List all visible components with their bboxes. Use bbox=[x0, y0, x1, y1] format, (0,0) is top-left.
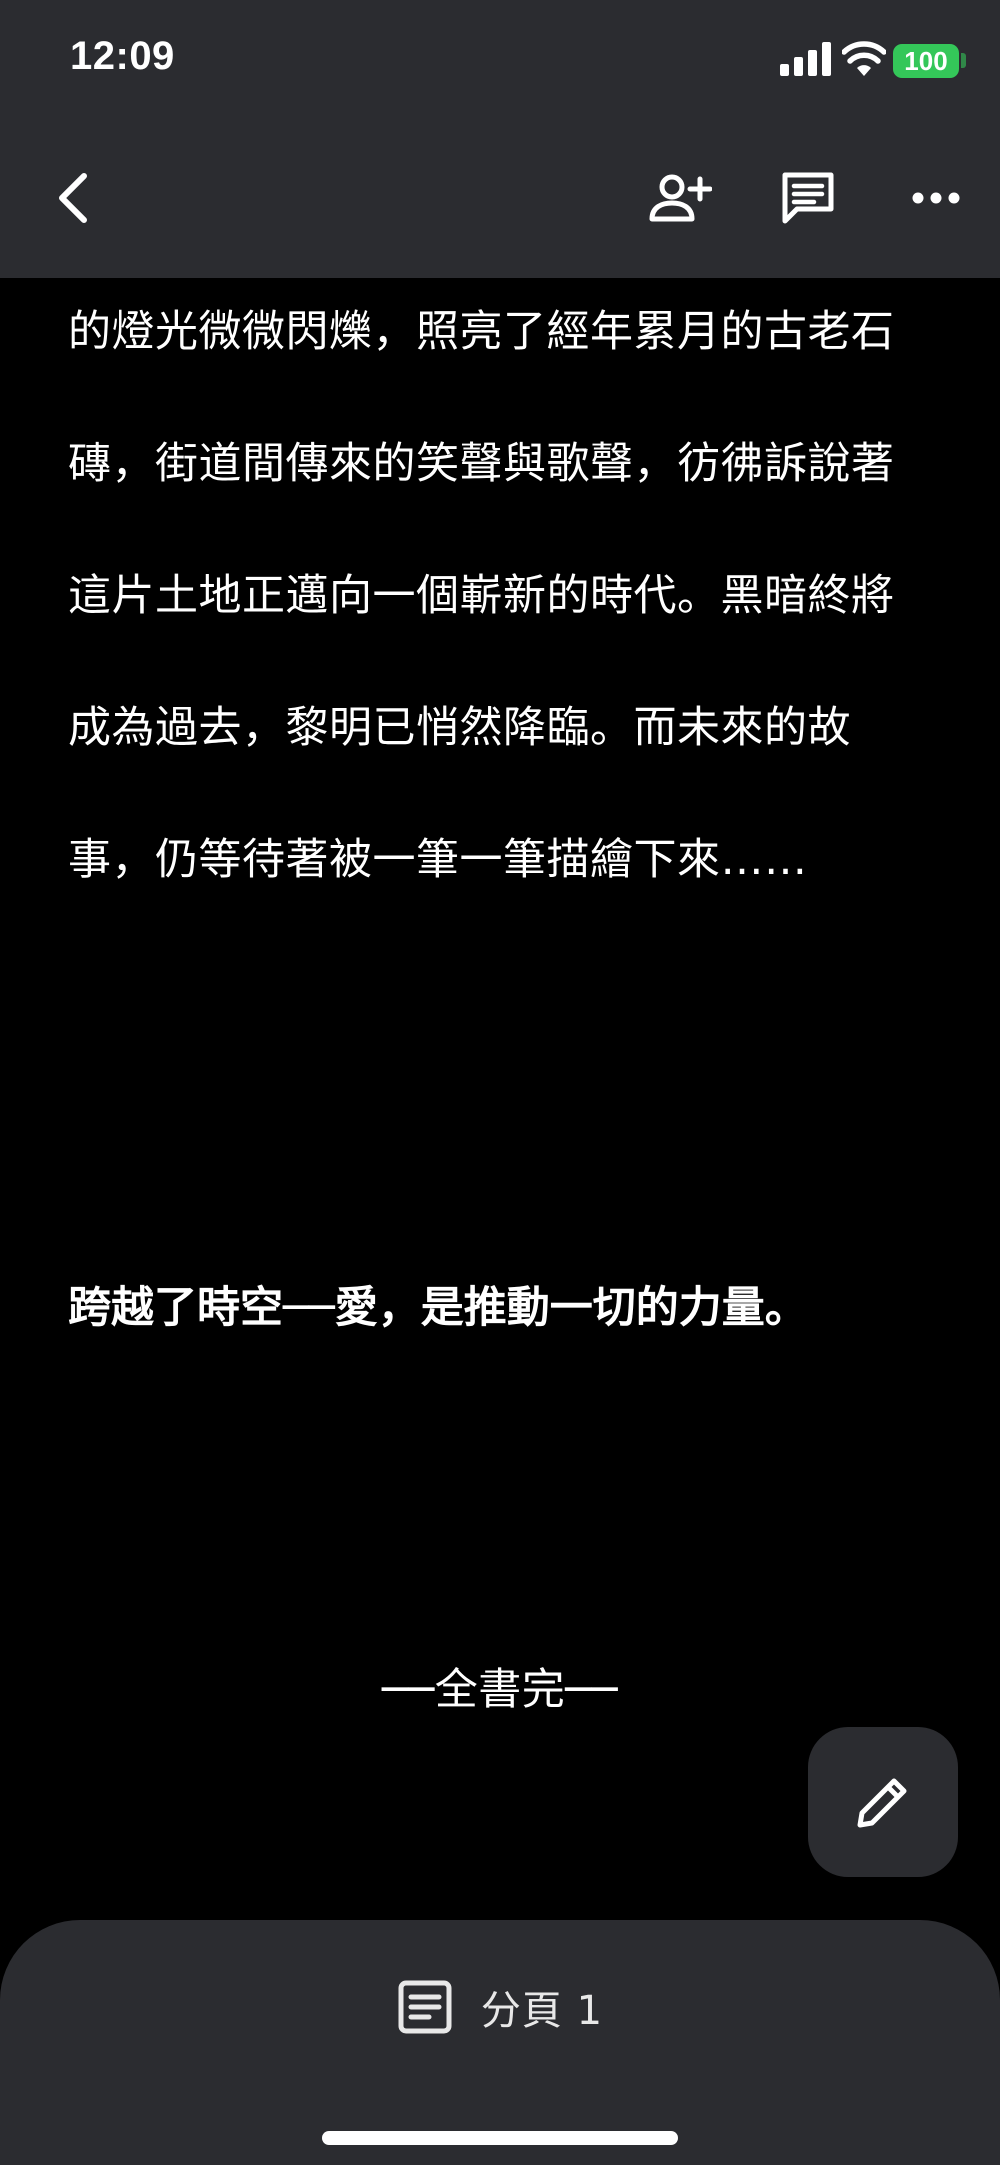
top-bar: 12:09 100 bbox=[0, 0, 1000, 278]
comment-icon bbox=[782, 172, 834, 224]
back-button[interactable] bbox=[40, 162, 104, 234]
more-options-icon bbox=[912, 192, 960, 204]
page-label: 分頁 1 bbox=[480, 1988, 604, 2034]
pencil-icon bbox=[857, 1778, 907, 1828]
edit-button[interactable] bbox=[808, 1727, 958, 1877]
add-person-button[interactable] bbox=[640, 160, 720, 236]
add-person-icon bbox=[649, 174, 712, 222]
battery-tip bbox=[961, 53, 966, 68]
wifi-icon bbox=[842, 41, 886, 76]
more-options-button[interactable] bbox=[896, 160, 976, 236]
bold-line: 跨越了時空──愛，是推動一切的力量。 bbox=[68, 1283, 808, 1333]
end-mark: ──全書完── bbox=[381, 1665, 619, 1715]
bottom-sheet: 分頁 1 bbox=[0, 1920, 1000, 2165]
main-paragraph: 的燈光微微閃爍，照亮了經年累月的古老石磚，街道間傳來的笑聲與歌聲，彷彿訴說著這片… bbox=[68, 307, 895, 885]
back-arrow-icon bbox=[59, 173, 87, 223]
document-body[interactable]: 的燈光微微閃爍，照亮了經年累月的古老石磚，街道間傳來的笑聲與歌聲，彷彿訴說著這片… bbox=[0, 278, 1000, 1918]
page-icon bbox=[398, 1980, 452, 2034]
cellular-signal-icon bbox=[780, 42, 831, 76]
status-time: 12:09 bbox=[70, 34, 175, 78]
comment-button[interactable] bbox=[768, 160, 848, 236]
battery-icon: 100 bbox=[893, 44, 959, 78]
home-indicator[interactable] bbox=[322, 2131, 678, 2145]
page-selector[interactable]: 分頁 1 bbox=[0, 1972, 1000, 2042]
